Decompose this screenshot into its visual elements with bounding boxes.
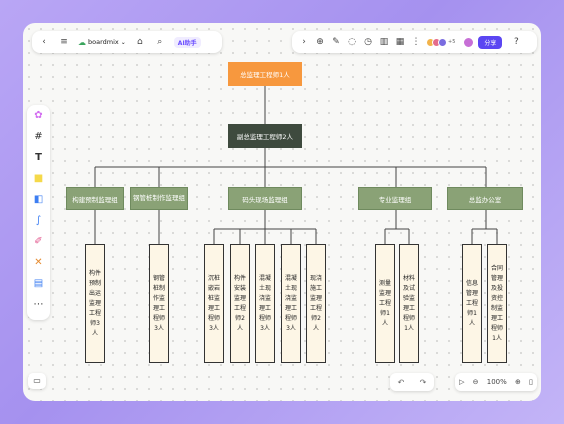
zoom-out-icon[interactable]: ⊖: [473, 378, 479, 386]
member-node[interactable]: 构件安装监理工程师2人: [230, 244, 250, 363]
member-node[interactable]: 钢管桩制作监理工程师3人: [149, 244, 169, 363]
chief-engineer-node[interactable]: 总监理工程师1人: [228, 62, 302, 86]
member-node[interactable]: 沉桩嵌岩桩监理工程师3人: [204, 244, 224, 363]
deputy-chief-node[interactable]: 副总监理工程师2人: [228, 124, 302, 148]
minimap-icon[interactable]: ▭: [28, 373, 46, 389]
redo-icon[interactable]: ↷: [420, 378, 427, 387]
group-node[interactable]: 总监办公室: [447, 187, 523, 210]
zoom-in-icon[interactable]: ⊕: [515, 378, 521, 386]
member-node[interactable]: 混凝土现浇监理工程师3人: [281, 244, 301, 363]
member-node[interactable]: 现浇施工监理工程师2人: [306, 244, 326, 363]
zoom-controls: ▷ ⊖ 100% ⊕ ▯: [455, 373, 537, 391]
book-icon[interactable]: ▯: [529, 378, 533, 386]
member-node[interactable]: 信息管理工程师1人: [462, 244, 482, 363]
member-node[interactable]: 构件预制出运监理工程师3人: [85, 244, 105, 363]
pointer-icon[interactable]: ▷: [459, 378, 464, 386]
group-node[interactable]: 钢管桩制作监理组: [130, 187, 188, 210]
group-node[interactable]: 码头现场监理组: [228, 187, 302, 210]
zoom-level[interactable]: 100%: [487, 378, 507, 386]
member-node[interactable]: 测量监理工程师1人: [375, 244, 395, 363]
member-node[interactable]: 合同管理及投资控制监理工程师1人: [487, 244, 507, 363]
member-node[interactable]: 混凝土现浇监理工程师3人: [255, 244, 275, 363]
history-controls: ↶ ↷: [390, 373, 434, 391]
board-window: ‹ ≡ ☁ boardmix ⌄ ⌂ ⌕ AI助手 › ⊕ ✎ ◌ ◷ ▥ ▦ …: [23, 23, 541, 401]
member-node[interactable]: 材料及试验监理工程师1人: [399, 244, 419, 363]
undo-icon[interactable]: ↶: [398, 378, 405, 387]
group-node[interactable]: 专业监理组: [358, 187, 432, 210]
group-node[interactable]: 构建预制监理组: [66, 187, 124, 210]
